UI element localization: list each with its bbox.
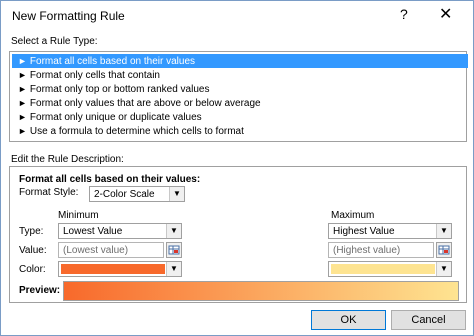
- value-label: Value:: [19, 245, 47, 256]
- ok-button[interactable]: OK: [311, 310, 386, 330]
- rule-type-item-label: Use a formula to determine which cells t…: [29, 126, 244, 137]
- maximum-type-value: Highest Value: [333, 226, 395, 237]
- minimum-value-placeholder: (Lowest value): [63, 245, 129, 256]
- chevron-down-icon[interactable]: ▼: [169, 187, 184, 201]
- format-style-select[interactable]: 2-Color Scale ▼: [89, 186, 185, 202]
- rule-type-label: Select a Rule Type:: [11, 36, 98, 47]
- arrow-icon: ►: [18, 98, 27, 108]
- description-label: Edit the Rule Description:: [11, 154, 124, 165]
- arrow-icon: ►: [18, 126, 27, 136]
- title-bar: New Formatting Rule ? ✕: [1, 1, 473, 31]
- chevron-down-icon[interactable]: ▼: [166, 224, 181, 238]
- close-button[interactable]: ✕: [439, 4, 452, 24]
- minimum-value-input[interactable]: (Lowest value): [58, 242, 164, 258]
- dialog-title: New Formatting Rule: [12, 9, 125, 23]
- format-style-label: Format Style:: [19, 187, 79, 198]
- minimum-type-value: Lowest Value: [63, 226, 123, 237]
- rule-type-item-3[interactable]: ► Format only values that are above or be…: [12, 96, 468, 110]
- rule-type-item-label: Format only unique or duplicate values: [29, 112, 202, 123]
- preview-gradient: [63, 281, 459, 301]
- minimum-header: Minimum: [58, 210, 99, 221]
- maximum-value-input[interactable]: (Highest value): [328, 242, 434, 258]
- maximum-color-swatch: [331, 264, 435, 274]
- rule-type-item-label: Format only cells that contain: [29, 70, 160, 81]
- maximum-type-select[interactable]: Highest Value ▼: [328, 223, 452, 239]
- maximum-header: Maximum: [331, 210, 375, 221]
- format-style-value: 2-Color Scale: [94, 189, 155, 200]
- rule-type-item-2[interactable]: ► Format only top or bottom ranked values: [12, 82, 468, 96]
- preview-label: Preview:: [19, 285, 61, 296]
- rule-type-list[interactable]: ► Format all cells based on their values …: [9, 51, 468, 142]
- rule-type-item-5[interactable]: ► Use a formula to determine which cells …: [12, 124, 468, 138]
- maximum-range-picker-icon[interactable]: [436, 242, 452, 258]
- chevron-down-icon[interactable]: ▼: [436, 262, 451, 276]
- rule-type-item-label: Format only top or bottom ranked values: [29, 84, 210, 95]
- new-formatting-rule-dialog: New Formatting Rule ? ✕ Select a Rule Ty…: [0, 0, 474, 336]
- minimum-color-picker[interactable]: ▼: [58, 261, 182, 277]
- rule-type-item-1[interactable]: ► Format only cells that contain: [12, 68, 468, 82]
- chevron-down-icon[interactable]: ▼: [436, 224, 451, 238]
- help-button[interactable]: ?: [400, 6, 408, 22]
- rule-type-item-0[interactable]: ► Format all cells based on their values: [12, 54, 468, 68]
- arrow-icon: ►: [18, 84, 27, 94]
- maximum-value-placeholder: (Highest value): [333, 245, 401, 256]
- rule-type-item-4[interactable]: ► Format only unique or duplicate values: [12, 110, 468, 124]
- chevron-down-icon[interactable]: ▼: [166, 262, 181, 276]
- description-heading: Format all cells based on their values:: [19, 174, 201, 185]
- rule-type-item-label: Format all cells based on their values: [29, 56, 195, 67]
- minimum-type-select[interactable]: Lowest Value ▼: [58, 223, 182, 239]
- type-label: Type:: [19, 226, 44, 237]
- maximum-color-picker[interactable]: ▼: [328, 261, 452, 277]
- color-label: Color:: [19, 264, 46, 275]
- cancel-button[interactable]: Cancel: [391, 310, 466, 330]
- arrow-icon: ►: [18, 70, 27, 80]
- minimum-color-swatch: [61, 264, 165, 274]
- minimum-range-picker-icon[interactable]: [166, 242, 182, 258]
- arrow-icon: ►: [18, 112, 27, 122]
- rule-type-item-label: Format only values that are above or bel…: [29, 98, 261, 109]
- arrow-icon: ►: [18, 56, 27, 66]
